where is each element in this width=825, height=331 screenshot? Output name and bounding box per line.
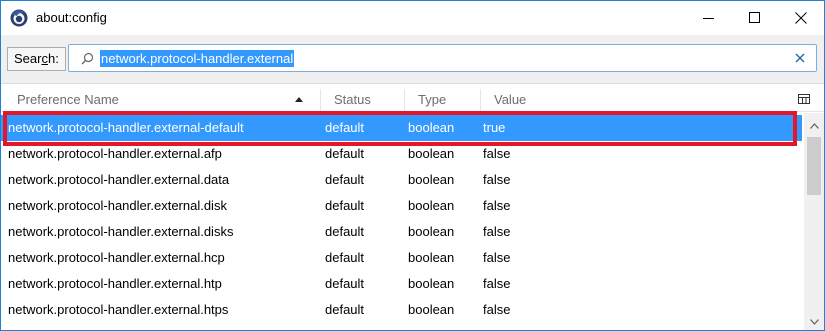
- preference-name-cell: network.protocol-handler.external.htp: [8, 276, 222, 291]
- sort-ascending-icon: [295, 97, 303, 102]
- type-cell: boolean: [408, 276, 455, 291]
- search-bar: Search: network.protocol-handler.externa…: [1, 35, 824, 84]
- column-header-label: Value: [494, 92, 527, 107]
- close-icon: [795, 53, 805, 63]
- minimize-icon: [703, 18, 714, 19]
- window-title: about:config: [36, 10, 107, 25]
- firefox-logo-icon: [10, 9, 28, 27]
- title-bar: about:config: [1, 1, 824, 35]
- maximize-button[interactable]: [732, 1, 778, 35]
- table-row[interactable]: network.protocol-handler.external.htps d…: [1, 297, 802, 323]
- preference-name-cell: network.protocol-handler.external.hcp: [8, 250, 225, 265]
- search-input[interactable]: network.protocol-handler.external: [68, 44, 817, 72]
- column-header-status[interactable]: Status: [322, 89, 405, 111]
- value-cell: false: [483, 198, 511, 213]
- status-cell: default: [325, 172, 365, 187]
- value-cell: false: [483, 302, 511, 317]
- column-header-label: Status: [334, 92, 371, 107]
- column-header-value[interactable]: Value: [482, 89, 782, 111]
- value-cell: false: [483, 172, 511, 187]
- table-header: Preference Name Status Type Value: [1, 89, 824, 112]
- clear-search-button[interactable]: [792, 50, 808, 66]
- table-row[interactable]: network.protocol-handler.external.htp de…: [1, 271, 802, 297]
- table-row[interactable]: network.protocol-handler.external.data d…: [1, 167, 802, 193]
- value-cell: false: [483, 250, 511, 265]
- vertical-scrollbar[interactable]: [804, 113, 824, 330]
- value-cell: false: [483, 224, 511, 239]
- close-window-button[interactable]: [778, 1, 824, 35]
- scroll-up-button[interactable]: [804, 117, 824, 134]
- type-cell: boolean: [408, 198, 455, 213]
- minimize-button[interactable]: [686, 1, 732, 35]
- annotation-highlight-box: [3, 111, 797, 146]
- table-row[interactable]: network.protocol-handler.external.disk d…: [1, 193, 802, 219]
- status-cell: default: [325, 276, 365, 291]
- status-cell: default: [325, 198, 365, 213]
- preference-name-cell: network.protocol-handler.external.disk: [8, 198, 227, 213]
- column-header-type[interactable]: Type: [406, 89, 481, 111]
- type-cell: boolean: [408, 302, 455, 317]
- preference-name-cell: network.protocol-handler.external.disks: [8, 224, 234, 239]
- maximize-icon: [749, 12, 760, 23]
- preference-name-cell: network.protocol-handler.external.data: [8, 172, 230, 187]
- scroll-thumb[interactable]: [807, 137, 821, 195]
- status-cell: default: [325, 302, 365, 317]
- chevron-up-icon: [809, 122, 819, 129]
- close-icon: [795, 12, 807, 24]
- preference-name-cell: network.protocol-handler.external.htps: [8, 302, 229, 317]
- about-config-window: about:config Search: network.protocol-ha…: [0, 0, 825, 331]
- value-cell: false: [483, 276, 511, 291]
- scroll-down-button[interactable]: [804, 313, 824, 330]
- type-cell: boolean: [408, 172, 455, 187]
- table-row[interactable]: network.protocol-handler.external.hcp de…: [1, 245, 802, 271]
- status-cell: default: [325, 224, 365, 239]
- search-icon: [81, 52, 94, 65]
- column-picker-icon[interactable]: [798, 94, 810, 106]
- search-value[interactable]: network.protocol-handler.external: [100, 50, 295, 67]
- type-cell: boolean: [408, 224, 455, 239]
- column-header-label: Type: [418, 92, 447, 107]
- preferences-table: network.protocol-handler.external-defaul…: [1, 115, 802, 330]
- chevron-down-icon: [809, 318, 819, 325]
- type-cell: boolean: [408, 250, 455, 265]
- search-label: Search:: [7, 47, 66, 71]
- column-header-preference-name[interactable]: Preference Name: [1, 89, 321, 111]
- status-cell: default: [325, 250, 365, 265]
- column-header-label: Preference Name: [17, 92, 119, 107]
- table-row[interactable]: network.protocol-handler.external.disks …: [1, 219, 802, 245]
